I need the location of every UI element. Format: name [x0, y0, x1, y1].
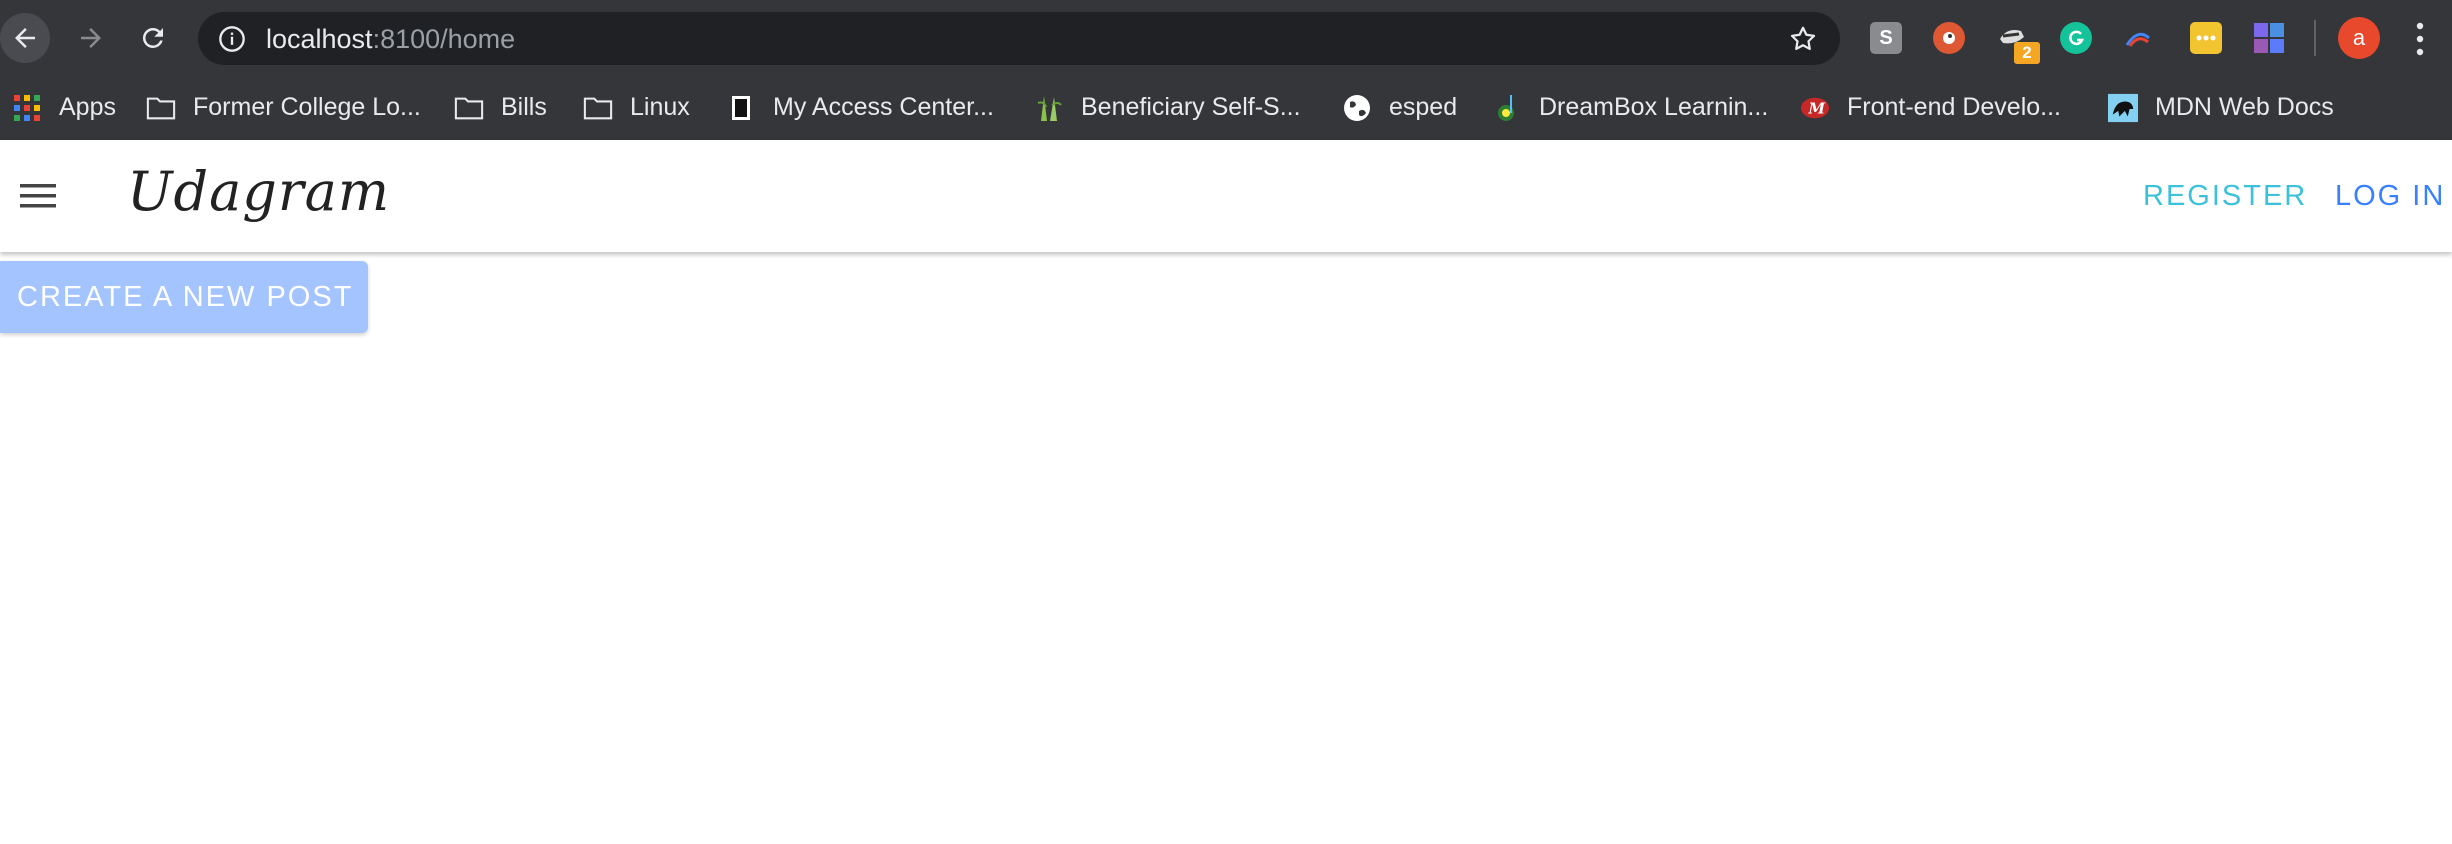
bookmark-dreambox[interactable]: DreamBox Learnin... — [1492, 75, 1768, 140]
document-icon — [726, 93, 756, 123]
extension-badge: 2 — [2014, 42, 2040, 64]
grammarly-icon — [2069, 30, 2084, 46]
create-post-button[interactable]: CREATE A NEW POST — [0, 261, 368, 333]
bookmark-mdn[interactable]: MDN Web Docs — [2108, 75, 2334, 140]
duckduckgo-extension-icon[interactable] — [1933, 22, 1965, 54]
bookmark-linux[interactable]: Linux — [583, 75, 690, 140]
bookmark-label: Bills — [501, 93, 547, 121]
url-text[interactable]: localhost:8100/home — [266, 24, 515, 55]
profile-avatar[interactable]: a — [2338, 17, 2380, 59]
dreambox-icon — [1492, 93, 1522, 123]
bookmark-star-icon[interactable] — [1788, 24, 1818, 54]
bookmark-label: DreamBox Learnin... — [1539, 93, 1769, 121]
dots-extension-icon[interactable] — [2190, 22, 2222, 54]
frontend-icon: M — [1800, 93, 1830, 123]
svg-text:M: M — [1807, 99, 1825, 117]
rainbow-extension-icon[interactable] — [2122, 22, 2154, 54]
bookmark-label: esped — [1389, 93, 1458, 121]
brand-title: Udagram — [127, 160, 391, 223]
globe-icon — [1342, 93, 1372, 123]
reload-icon — [142, 27, 163, 48]
bookmark-former-college[interactable]: Former College Lo... — [146, 75, 421, 140]
toolbar-separator — [2314, 20, 2316, 56]
more-dots-icon — [2196, 35, 2216, 41]
bookmark-my-access-center[interactable]: My Access Center... — [726, 75, 994, 140]
menu-icon[interactable] — [18, 180, 58, 212]
arrow-left-icon — [15, 28, 35, 48]
duck-icon — [1943, 32, 1955, 44]
register-button[interactable]: REGISTER — [2143, 180, 2307, 213]
bookmark-bills[interactable]: Bills — [454, 75, 547, 140]
bookmark-frontend[interactable]: M Front-end Develo... — [1800, 75, 2061, 140]
apps-grid-icon — [12, 93, 42, 123]
bookmark-label: Beneficiary Self-S... — [1081, 93, 1301, 121]
back-button[interactable] — [0, 13, 50, 63]
grammarly-extension-icon[interactable] — [2060, 22, 2092, 54]
reload-button[interactable] — [128, 13, 178, 63]
bookmark-label: Apps — [59, 93, 116, 121]
beneficiary-icon — [1034, 93, 1064, 123]
url-path: :8100/home — [372, 24, 516, 54]
folder-icon — [146, 93, 176, 123]
bookmark-apps[interactable]: Apps — [12, 75, 116, 140]
info-icon[interactable] — [218, 25, 246, 53]
tiles-extension-icon[interactable] — [2253, 22, 2285, 54]
rainbow-icon — [2125, 32, 2151, 47]
folder-icon — [454, 93, 484, 123]
mdn-icon — [2108, 93, 2138, 123]
browser-menu-icon[interactable] — [2412, 20, 2428, 58]
arrow-right-icon — [81, 28, 101, 48]
url-host: localhost — [266, 24, 373, 54]
address-bar[interactable]: localhost:8100/home — [198, 12, 1840, 65]
tiles-icon — [2254, 23, 2284, 53]
app-header: Udagram REGISTER LOG IN — [0, 140, 2452, 252]
bookmarks-bar: Apps Former College Lo... Bills Linux My… — [0, 75, 2452, 140]
bookmark-esped[interactable]: esped — [1342, 75, 1457, 140]
bookmark-label: My Access Center... — [773, 93, 994, 121]
login-button[interactable]: LOG IN — [2335, 180, 2445, 213]
scribe-extension-icon[interactable]: S — [1870, 22, 1902, 54]
bookmark-label: Former College Lo... — [193, 93, 421, 121]
bookmark-beneficiary[interactable]: Beneficiary Self-S... — [1034, 75, 1301, 140]
bookmark-label: Front-end Develo... — [1847, 93, 2061, 121]
bookmark-label: MDN Web Docs — [2155, 93, 2334, 121]
forward-button[interactable] — [66, 13, 116, 63]
bookmark-label: Linux — [630, 93, 690, 121]
browser-toolbar: localhost:8100/home S 2 a — [0, 0, 2452, 75]
folder-icon — [583, 93, 613, 123]
